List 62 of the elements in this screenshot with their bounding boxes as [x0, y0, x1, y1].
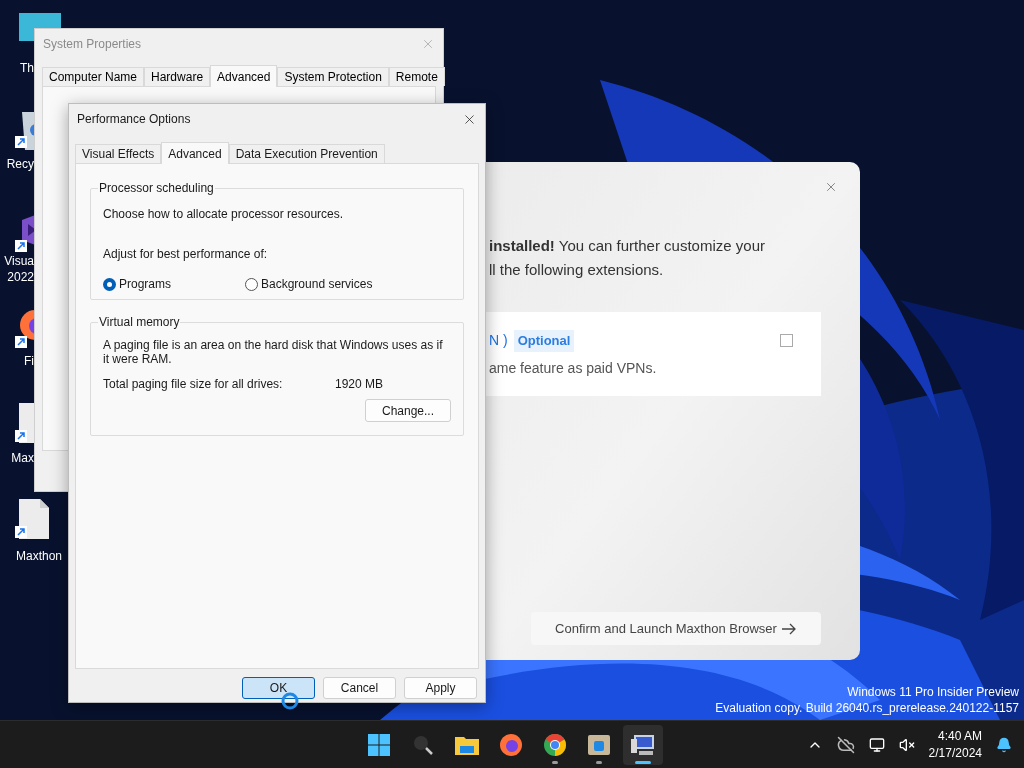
checkbox[interactable] — [780, 334, 793, 348]
desktop-icon-label[interactable]: 2022 — [7, 269, 34, 285]
arrow-right-icon — [780, 622, 797, 635]
tab[interactable]: Remote — [388, 67, 445, 86]
bell-icon[interactable] — [996, 737, 1012, 753]
description-text: A paging file is an area on the hard disk that Windows uses as if it were RAM. — [103, 338, 444, 366]
clock-date[interactable]: 2/17/2024 — [928, 745, 982, 762]
os-build-text: Evaluation copy. Build 26040.rs_prerelease.240122-1157 — [715, 700, 1019, 716]
prompt-text: Adjust for best performance of: — [103, 246, 269, 263]
message-text: installed! You can further customize your — [488, 236, 766, 256]
tab[interactable]: Advanced — [161, 142, 229, 164]
group-legend: Processor scheduling — [98, 181, 215, 196]
confirm-launch-button[interactable]: Confirm and Launch Maxthon Browser — [531, 612, 821, 645]
cloud-icon[interactable] — [836, 736, 855, 754]
maxthon-icon — [587, 733, 611, 757]
paging-size-value: 1920 MB — [335, 376, 384, 393]
change-button[interactable]: Change... — [365, 399, 451, 422]
shortcut-arrow-icon — [15, 430, 27, 442]
tab[interactable]: Visual Effects — [75, 144, 162, 163]
shortcut-arrow-icon — [15, 336, 27, 348]
desktop-icon-label[interactable]: Visua — [4, 253, 34, 269]
extension-name: N ) — [489, 331, 508, 351]
radio-label: Background services — [261, 276, 373, 293]
radio-button[interactable] — [245, 277, 258, 291]
speaker-muted-icon[interactable] — [898, 737, 915, 753]
shortcut-arrow-icon — [15, 136, 27, 148]
busy-cursor-icon — [281, 692, 299, 710]
tab[interactable]: Computer Name — [42, 67, 145, 86]
shortcut-arrow-icon — [15, 526, 27, 538]
dialog-button[interactable]: Cancel — [323, 677, 396, 699]
clock-time[interactable]: 4:40 AM — [937, 728, 982, 745]
folder-icon — [454, 734, 480, 756]
shortcut-arrow-icon — [15, 240, 27, 252]
paging-size-label: Total paging file size for all drives: — [103, 376, 284, 393]
desktop-icon-label[interactable]: Max — [11, 450, 34, 466]
taskbar-button[interactable] — [623, 725, 663, 765]
window-title: Performance Options — [77, 111, 191, 128]
tab[interactable]: System Protection — [277, 67, 389, 86]
firefox-icon — [499, 733, 523, 757]
description-text: Choose how to allocate processor resources. — [103, 206, 345, 223]
computer-icon — [630, 733, 656, 757]
radio-label: Programs — [119, 276, 171, 293]
search-icon — [412, 734, 434, 756]
tab[interactable]: Hardware — [144, 67, 211, 86]
optional-tag: Optional — [513, 330, 575, 352]
dialog-button[interactable]: Apply — [404, 677, 477, 699]
chrome-icon — [543, 733, 567, 757]
start-icon — [367, 733, 391, 757]
close-icon[interactable] — [824, 180, 838, 194]
tab[interactable]: Advanced — [210, 65, 278, 87]
desktop-icon-label[interactable]: Recy — [6, 156, 34, 172]
radio-button[interactable] — [103, 277, 116, 291]
desktop-icon-label[interactable]: Th — [20, 60, 34, 76]
extension-description: ame feature as paid VPNs. — [489, 358, 658, 378]
group-legend: Virtual memory — [98, 315, 181, 330]
desktop-icon-label[interactable]: Fi — [24, 353, 34, 369]
desktop-icon-label[interactable]: Maxthon — [16, 548, 62, 564]
message-text: ll the following extensions. — [488, 260, 665, 280]
dialog-button[interactable]: OK — [242, 677, 315, 699]
tab[interactable]: Data Execution Prevention — [228, 144, 385, 163]
os-build-text: Windows 11 Pro Insider Preview — [847, 684, 1019, 700]
window-title: System Properties — [43, 36, 142, 53]
